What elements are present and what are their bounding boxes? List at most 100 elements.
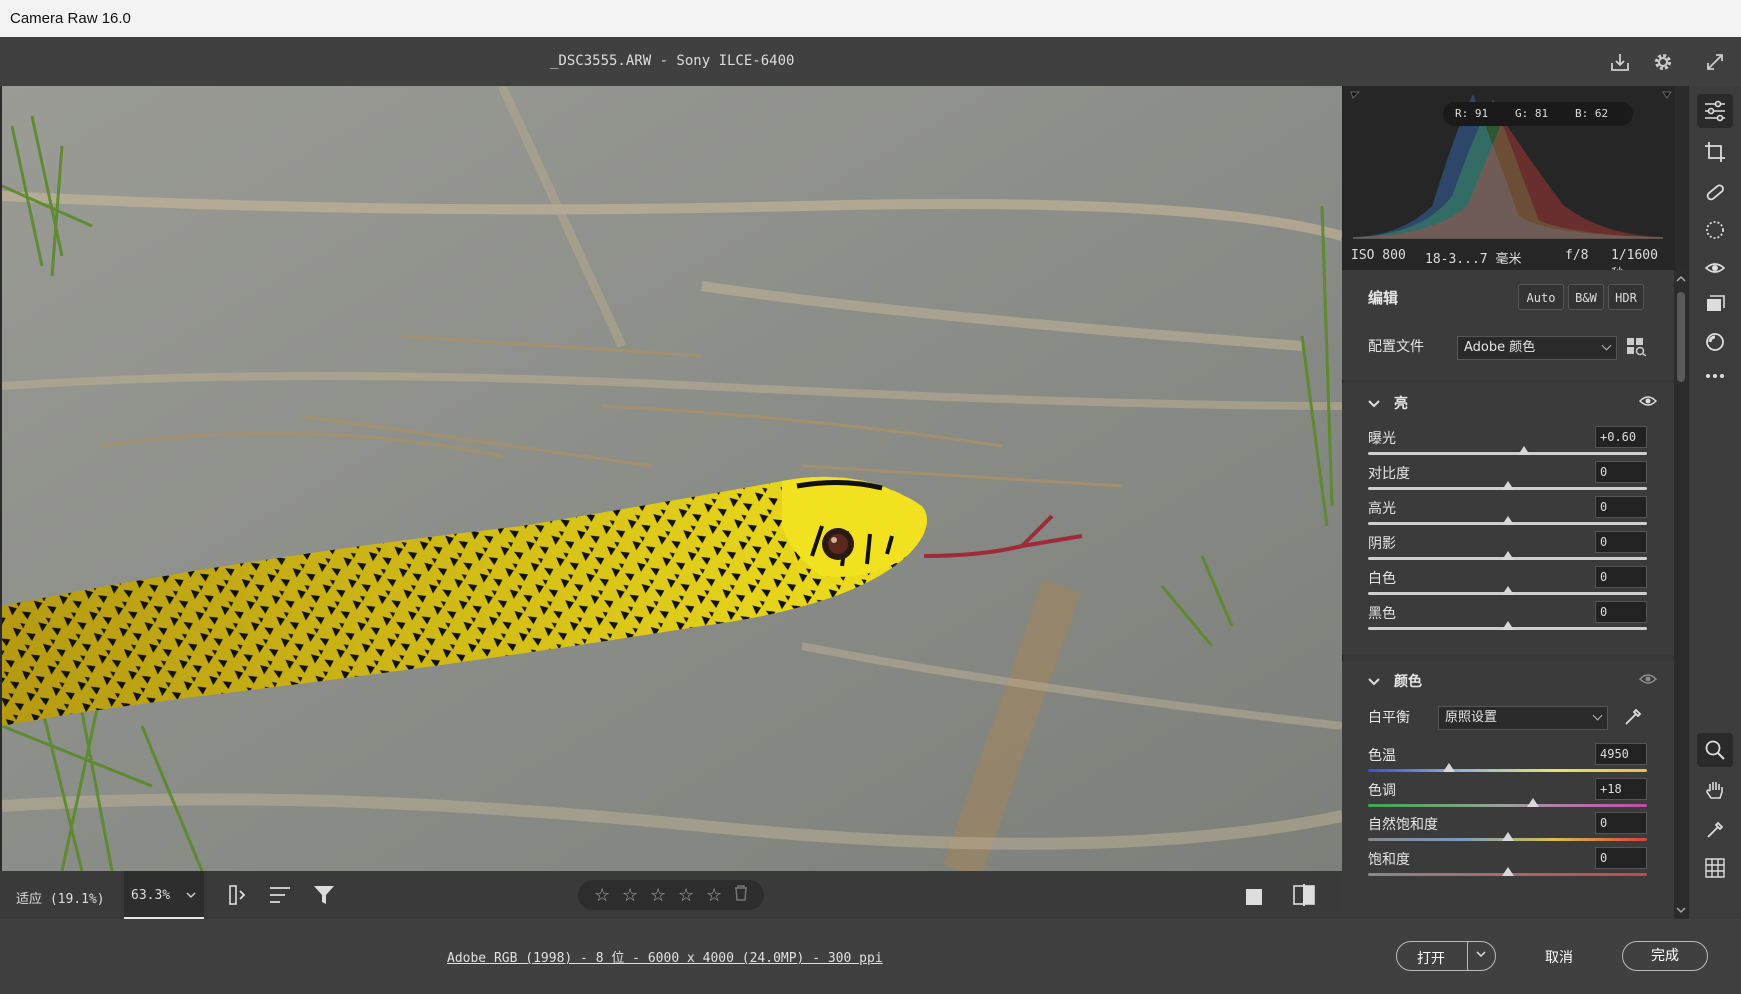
slider-row: 对比度 0 bbox=[1342, 461, 1674, 496]
light-title: 亮 bbox=[1394, 396, 1408, 412]
white-balance-dropdown[interactable]: 原照设置 bbox=[1438, 706, 1608, 730]
filmstrip-icon[interactable] bbox=[228, 883, 252, 911]
slider-value-input[interactable]: 0 bbox=[1595, 566, 1647, 588]
auto-btn[interactable]: Auto bbox=[1518, 284, 1564, 310]
slider-track[interactable] bbox=[1368, 803, 1647, 807]
healing-icon[interactable] bbox=[1701, 178, 1729, 206]
profile-dropdown[interactable]: Adobe 颜色 bbox=[1457, 336, 1617, 360]
fullscreen-icon[interactable] bbox=[1700, 47, 1730, 77]
trash-icon[interactable] bbox=[734, 885, 748, 905]
eye-icon[interactable] bbox=[1638, 395, 1658, 411]
slider-row: 黑色 0 bbox=[1342, 601, 1674, 636]
white-balance-value: 原照设置 bbox=[1445, 710, 1498, 725]
tools-rail bbox=[1688, 86, 1741, 919]
eye-icon[interactable] bbox=[1638, 673, 1658, 689]
color-title: 颜色 bbox=[1394, 674, 1422, 690]
red-eye-icon[interactable] bbox=[1701, 254, 1729, 282]
slider-label: 黑色 bbox=[1368, 606, 1396, 622]
gear-icon[interactable] bbox=[1648, 47, 1678, 77]
presets-icon[interactable] bbox=[1701, 290, 1729, 318]
bw-btn[interactable]: B&W bbox=[1568, 284, 1604, 310]
slider-thumb[interactable] bbox=[1501, 586, 1514, 595]
open-button-group: 打开 bbox=[1396, 941, 1496, 971]
scrollbar-thumb[interactable] bbox=[1677, 292, 1685, 382]
done-button[interactable]: 完成 bbox=[1622, 941, 1708, 971]
photo-preview[interactable] bbox=[2, 86, 1342, 871]
workflow-options-link[interactable]: Adobe RGB (1998) - 8 位 - 6000 x 4000 (24… bbox=[447, 947, 883, 966]
slider-label: 色调 bbox=[1368, 782, 1396, 799]
scroll-down-icon[interactable] bbox=[1674, 903, 1688, 917]
slider-thumb[interactable] bbox=[1501, 551, 1514, 560]
slider-thumb[interactable] bbox=[1501, 481, 1514, 490]
slider-value-input[interactable]: 0 bbox=[1595, 846, 1647, 869]
snapshots-icon[interactable] bbox=[1701, 328, 1729, 356]
slider-value-input[interactable]: 0 bbox=[1595, 461, 1647, 483]
cancel-button[interactable]: 取消 bbox=[1545, 947, 1573, 967]
slider-row: 色温 4950 bbox=[1342, 743, 1674, 778]
grid-icon[interactable] bbox=[1701, 854, 1729, 882]
slider-thumb[interactable] bbox=[1501, 866, 1514, 876]
star-rating: ☆ ☆ ☆ ☆ ☆ bbox=[578, 880, 764, 910]
slider-value-input[interactable]: +0.60 bbox=[1595, 426, 1647, 448]
sort-icon[interactable] bbox=[268, 883, 292, 911]
more-icon[interactable] bbox=[1701, 362, 1729, 390]
slider-value-input[interactable]: +18 bbox=[1595, 777, 1647, 800]
slider-thumb[interactable] bbox=[1501, 832, 1514, 841]
scroll-up-icon[interactable] bbox=[1674, 272, 1688, 286]
eyedropper-icon[interactable] bbox=[1622, 706, 1644, 732]
window-title: Camera Raw 16.0 bbox=[10, 10, 131, 27]
star-1-icon[interactable]: ☆ bbox=[594, 885, 610, 906]
save-icon[interactable] bbox=[1605, 47, 1635, 77]
slider-row: 曝光 +0.60 bbox=[1342, 426, 1674, 461]
slider-track[interactable] bbox=[1368, 769, 1647, 772]
mask-icon[interactable] bbox=[1701, 216, 1729, 244]
edit-sliders-icon[interactable] bbox=[1697, 94, 1733, 128]
slider-label: 阴影 bbox=[1368, 536, 1396, 552]
profile-browser-icon[interactable] bbox=[1627, 338, 1647, 360]
star-2-icon[interactable]: ☆ bbox=[622, 885, 638, 906]
open-chevron-down-icon[interactable] bbox=[1475, 948, 1487, 964]
star-3-icon[interactable]: ☆ bbox=[650, 885, 666, 906]
slider-label: 对比度 bbox=[1368, 466, 1410, 482]
slider-thumb[interactable] bbox=[1526, 797, 1539, 807]
slider-thumb[interactable] bbox=[1501, 621, 1514, 630]
single-view-icon[interactable] bbox=[1244, 885, 1266, 911]
slider-thumb[interactable] bbox=[1501, 516, 1514, 525]
crop-icon[interactable] bbox=[1701, 138, 1729, 166]
slider-row: 阴影 0 bbox=[1342, 531, 1674, 566]
slider-value-input[interactable]: 0 bbox=[1595, 531, 1647, 553]
slider-thumb[interactable] bbox=[1442, 763, 1455, 772]
slider-track[interactable] bbox=[1368, 452, 1647, 455]
zoom-tool-icon[interactable] bbox=[1697, 733, 1733, 767]
slider-row: 自然饱和度 0 bbox=[1342, 812, 1674, 847]
lens-label: 18-3...7 毫米 bbox=[1425, 252, 1522, 267]
panel-scrollbar[interactable] bbox=[1674, 270, 1688, 919]
slider-value-input[interactable]: 0 bbox=[1595, 601, 1647, 623]
top-bar: _DSC3555.ARW - Sony ILCE-6400 bbox=[0, 37, 1741, 86]
zoom-value: 63.3% bbox=[131, 888, 171, 903]
rgb-readout: R: 91 G: 81 B: 62 bbox=[1443, 102, 1633, 126]
star-4-icon[interactable]: ☆ bbox=[678, 885, 694, 906]
compare-view-icon[interactable] bbox=[1292, 883, 1316, 911]
color-section: 颜色 白平衡 原照设置 色温 4950 色调 +18 自然饱和度 0 饱和度 0 bbox=[1342, 661, 1674, 919]
status-bar: Adobe RGB (1998) - 8 位 - 6000 x 4000 (24… bbox=[0, 919, 1741, 994]
chevron-down-icon[interactable] bbox=[1368, 675, 1380, 691]
slider-thumb[interactable] bbox=[1518, 446, 1531, 455]
hdr-btn[interactable]: HDR bbox=[1608, 284, 1644, 310]
slider-label: 饱和度 bbox=[1368, 851, 1410, 868]
hand-tool-icon[interactable] bbox=[1701, 776, 1729, 804]
red-value: R: 91 bbox=[1455, 107, 1489, 120]
slider-value-input[interactable]: 0 bbox=[1595, 812, 1647, 834]
star-5-icon[interactable]: ☆ bbox=[706, 885, 722, 906]
open-button[interactable]: 打开 bbox=[1417, 948, 1445, 968]
filter-icon[interactable] bbox=[312, 883, 336, 911]
slider-row: 色调 +18 bbox=[1342, 777, 1674, 813]
slider-label: 自然饱和度 bbox=[1368, 817, 1438, 833]
zoom-chevron-down-icon[interactable] bbox=[186, 888, 196, 904]
color-sampler-icon[interactable] bbox=[1701, 816, 1729, 844]
edit-header: 编辑 Auto B&W HDR 配置文件 Adobe 颜色 bbox=[1342, 270, 1674, 380]
slider-value-input[interactable]: 4950 bbox=[1595, 743, 1647, 765]
chevron-down-icon[interactable] bbox=[1368, 397, 1380, 413]
fit-zoom-button[interactable]: 适应 (19.1%) bbox=[16, 888, 105, 907]
slider-value-input[interactable]: 0 bbox=[1595, 496, 1647, 518]
